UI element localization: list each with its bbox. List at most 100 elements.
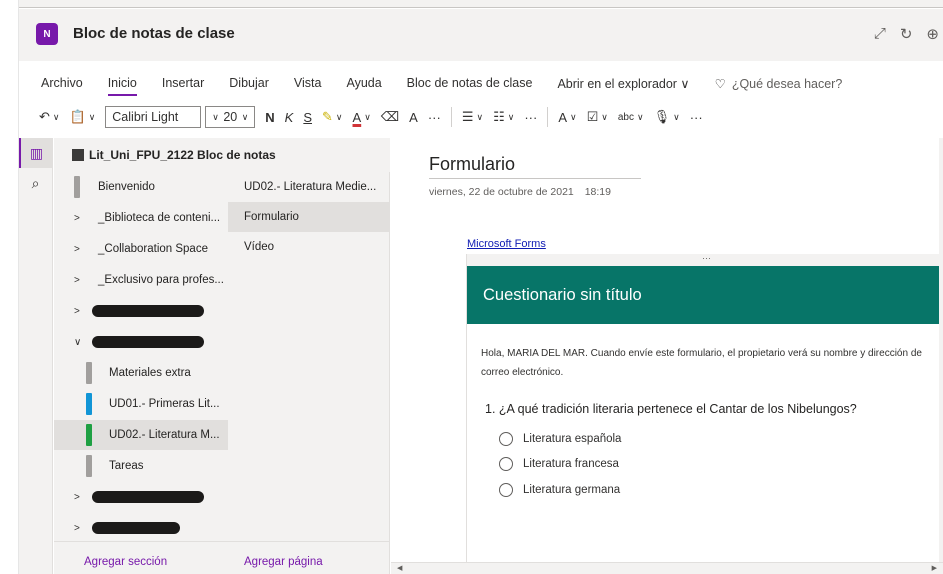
chevron-down-icon: ∨ [52,111,60,122]
highlight-button[interactable]: ✎ ∨ [322,109,343,125]
page-item-formulario[interactable]: Formulario [228,202,389,232]
add-section-button[interactable]: Agregar sección [84,556,167,568]
more-paragraph-button[interactable]: ··· [524,110,537,125]
tab-insertar[interactable]: Insertar [162,76,204,90]
radio-button[interactable] [499,432,513,446]
scroll-left-icon[interactable]: ◀ [397,564,402,572]
section-group-redacted[interactable]: > [54,296,228,326]
section-color-tab [86,424,92,446]
clipboard-icon: 📋 [69,109,86,124]
section-color-tab [74,176,80,198]
app-title: Bloc de notas de clase [73,25,235,42]
chevron-down-icon: ∨ [507,111,515,122]
expand-icon[interactable]: ⤢ [874,25,886,43]
option-label: Literatura francesa [523,458,619,470]
font-name-select[interactable]: Calibri Light [105,106,202,128]
section-item-materiales-extra[interactable]: Materiales extra [54,358,228,388]
section-label: Tareas [109,460,144,472]
paste-button[interactable]: 📋 ∨ [70,109,96,125]
section-group-redacted-expanded[interactable]: ∨ [54,327,228,357]
form-drag-handle[interactable]: ··· [467,254,943,266]
spelling-button[interactable]: abc ∨ [618,112,644,123]
notebook-title: Lit_Uni_FPU_2122 Bloc de notas [89,148,276,162]
section-group-redacted-2[interactable]: > [54,482,228,512]
radio-button[interactable] [499,457,513,471]
horizontal-scrollbar[interactable]: ◀ ▶ [391,562,943,574]
section-label: Materiales extra [109,367,191,379]
scroll-right-icon[interactable]: ▶ [932,564,937,572]
section-color-tab [86,393,92,415]
section-group-collaboration[interactable]: > _Collaboration Space [54,234,228,264]
option-literatura-espanola[interactable]: Literatura española [499,432,621,446]
embedded-form[interactable]: ··· Cuestionario sin título Hola, MARIA … [466,254,943,574]
add-page-button[interactable]: Agregar página [244,556,323,568]
library-icon: ▥ [29,144,44,161]
underline-button[interactable]: S [303,110,312,125]
tab-ayuda[interactable]: Ayuda [346,76,381,90]
left-edge-strip [0,0,19,574]
italic-button[interactable]: K [285,110,294,125]
section-label: _Exclusivo para profes... [98,274,224,286]
bold-button[interactable]: N [265,110,274,125]
page-canvas[interactable]: Formulario viernes, 22 de octubre de 202… [391,138,943,574]
tag-button[interactable]: ☑ ∨ [587,109,608,125]
numbered-list-icon: ☷ [493,109,505,124]
paint-icon: A [558,109,568,125]
page-item-video[interactable]: Vídeo [228,232,389,262]
question-1: 1. ¿A qué tradición literaria pertenece … [485,402,857,416]
notebooks-button[interactable]: ▥ [19,138,52,168]
refresh-icon[interactable]: ↻ [900,25,913,43]
tab-dibujar[interactable]: Dibujar [229,76,269,90]
chevron-right-icon: > [74,491,80,503]
section-group-redacted-3[interactable]: > [54,513,228,543]
tell-me-search[interactable]: ♡ ¿Qué desea hacer? [715,76,843,91]
section-item-ud01[interactable]: UD01.- Primeras Lit... [54,389,228,419]
clear-format-button[interactable]: ⌫ [381,109,399,125]
section-item-bienvenido[interactable]: Bienvenido [54,172,228,202]
search-button[interactable]: ⌕ [19,168,52,198]
page-item-ud02[interactable]: UD02.- Literatura Medie... [228,172,389,202]
tab-bloc-de-notas-de-clase[interactable]: Bloc de notas de clase [407,76,533,90]
toolbar-separator [450,107,452,127]
open-in-explorer-button[interactable]: Abrir en el explorador ∨ [557,76,689,91]
redaction-scribble [92,522,180,534]
page-date-value: viernes, 22 de octubre de 2021 [429,186,574,198]
styles-button[interactable]: A [409,110,418,125]
font-size-value: 20 [223,110,238,124]
tab-inicio[interactable]: Inicio [107,76,138,96]
chevron-down-icon: ∨ [212,111,219,122]
chevron-down-icon: ∨ [241,111,249,122]
chevron-down-icon: ∨ [88,111,96,122]
vertical-scrollbar[interactable] [939,138,943,574]
more-formatting-button[interactable]: ··· [428,110,441,125]
dictate-button[interactable]: 🎙 ∨ [654,109,680,125]
undo-button[interactable]: ↶ ∨ [39,109,60,125]
section-item-ud02[interactable]: UD02.- Literatura M... [54,420,228,450]
nav-rail: ▥ ⌕ [19,138,53,574]
form-title: Cuestionario sin título [467,266,943,324]
option-label: Literatura germana [523,484,621,496]
eraser-icon: ⌫ [380,109,400,124]
numbering-button[interactable]: ☷ ∨ [493,109,514,125]
notebook-header[interactable]: Lit_Uni_FPU_2122 Bloc de notas [54,138,390,172]
more-options-button[interactable]: ··· [690,110,703,125]
option-literatura-francesa[interactable]: Literatura francesa [499,457,619,471]
font-size-select[interactable]: ∨ 20 ∨ [205,106,256,128]
tag-icon: ☑ [586,109,599,124]
tab-archivo[interactable]: Archivo [41,76,83,90]
radio-button[interactable] [499,483,513,497]
font-color-icon: A [352,109,362,125]
format-painter-button[interactable]: A ∨ [558,110,576,125]
page-date: viernes, 22 de octubre de 2021 18:19 [429,186,611,198]
page-title[interactable]: Formulario [429,154,515,175]
section-group-exclusivo[interactable]: > _Exclusivo para profes... [54,265,228,295]
bullets-button[interactable]: ☰ ∨ [462,109,483,125]
microsoft-forms-link[interactable]: Microsoft Forms [467,238,546,250]
section-item-tareas[interactable]: Tareas [54,451,228,481]
option-literatura-germana[interactable]: Literatura germana [499,483,620,497]
tab-vista[interactable]: Vista [294,76,322,90]
chevron-down-icon: ∨ [636,111,644,122]
globe-icon[interactable]: ⊕ [926,25,939,43]
section-group-biblioteca[interactable]: > _Biblioteca de conteni... [54,203,228,233]
font-color-button[interactable]: A ∨ [353,110,371,125]
